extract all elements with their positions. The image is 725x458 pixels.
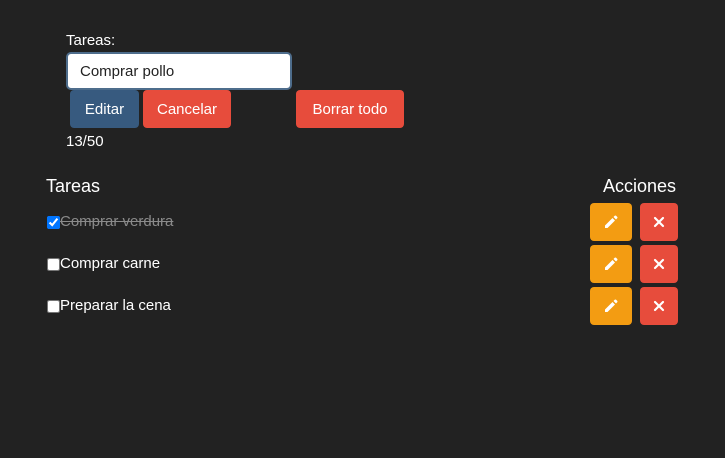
delete-task-button[interactable]: [640, 245, 678, 283]
tasks-heading: Tareas: [46, 176, 101, 196]
close-icon: [653, 258, 665, 270]
edit-task-button[interactable]: [590, 245, 632, 283]
edit-button[interactable]: Editar: [70, 90, 139, 128]
task-checkbox[interactable]: [47, 300, 60, 313]
pencil-icon: [605, 215, 618, 228]
edit-task-button[interactable]: [590, 287, 632, 325]
actions-heading: Acciones: [603, 176, 677, 196]
cancel-button[interactable]: Cancelar: [143, 90, 231, 128]
close-icon: [653, 216, 665, 228]
task-row: Comprar carne: [46, 245, 686, 292]
task-row: Preparar la cena: [46, 287, 686, 334]
todo-app: Tareas: Editar Cancelar Borrar todo 13/5…: [0, 0, 725, 458]
edit-task-button[interactable]: [590, 203, 632, 241]
task-label: Preparar la cena: [60, 297, 171, 314]
pencil-icon: [605, 257, 618, 270]
delete-task-button[interactable]: [640, 203, 678, 241]
clear-all-button[interactable]: Borrar todo: [296, 90, 404, 128]
task-label: Comprar verdura: [60, 213, 174, 230]
character-counter: 13/50: [66, 133, 104, 150]
delete-task-button[interactable]: [640, 287, 678, 325]
task-row: Comprar verdura: [46, 203, 686, 250]
task-label: Comprar carne: [60, 255, 161, 272]
close-icon: [653, 300, 665, 312]
task-checkbox[interactable]: [47, 258, 60, 271]
task-input[interactable]: [66, 52, 292, 90]
task-checkbox[interactable]: [47, 216, 60, 229]
task-input-label: Tareas:: [66, 32, 116, 49]
pencil-icon: [605, 299, 618, 312]
